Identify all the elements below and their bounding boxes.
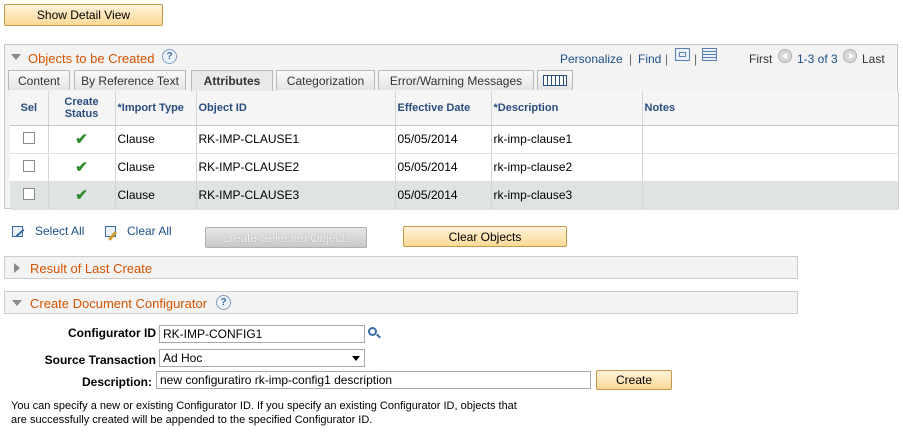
result-section-title: Result of Last Create — [30, 261, 153, 276]
select-all-icon[interactable] — [12, 226, 28, 240]
col-create-status: Create Status — [48, 91, 116, 126]
help-text-line-2: are successfully created will be appende… — [11, 414, 373, 426]
select-all-link[interactable]: Select All — [35, 224, 84, 238]
collapse-icon — [12, 300, 22, 306]
separator: | — [665, 52, 669, 66]
help-text-line-1: You can specify a new or existing Config… — [11, 400, 517, 412]
description-input[interactable]: new configuratiro rk-imp-config1 descrip… — [156, 371, 591, 389]
cell-import-type: Clause — [115, 125, 197, 154]
cell-notes — [642, 153, 899, 182]
row-select-checkbox[interactable] — [22, 131, 35, 144]
table-row: ✔ Clause RK-IMP-CLAUSE3 05/05/2014 rk-im… — [10, 181, 899, 210]
clear-objects-button[interactable]: Clear Objects — [403, 226, 567, 247]
last-label: Last — [862, 52, 885, 66]
configurator-section-header[interactable]: Create Document Configurator ? — [4, 291, 798, 314]
table-row: ✔ Clause RK-IMP-CLAUSE2 05/05/2014 rk-im… — [10, 153, 899, 182]
row-select-checkbox[interactable] — [22, 187, 35, 200]
show-all-columns-icon[interactable] — [537, 70, 573, 90]
cell-effective-date: 05/05/2014 — [395, 125, 492, 154]
configurator-id-label: Configurator ID — [68, 326, 156, 340]
tab-attributes[interactable]: Attributes — [191, 70, 273, 91]
objects-grid: Objects to be Created ? Personalize | Fi… — [4, 44, 899, 210]
download-icon[interactable] — [702, 48, 717, 61]
cell-object-id: RK-IMP-CLAUSE1 — [196, 125, 396, 154]
view-all-icon[interactable] — [675, 48, 690, 61]
tab-error-warning-messages[interactable]: Error/Warning Messages — [378, 70, 534, 90]
col-description: *Description — [491, 91, 643, 126]
cell-import-type: Clause — [115, 181, 197, 210]
cell-notes — [642, 125, 899, 154]
success-check-icon: ✔ — [75, 131, 88, 148]
collapse-grid-icon[interactable] — [11, 54, 21, 60]
source-transaction-select[interactable]: Ad Hoc — [159, 349, 365, 367]
cell-description: rk-imp-clause2 — [491, 153, 643, 182]
grid-title: Objects to be Created — [28, 51, 155, 66]
create-button[interactable]: Create — [596, 370, 672, 390]
cell-effective-date: 05/05/2014 — [395, 153, 492, 182]
source-transaction-label: Source Transaction — [44, 353, 156, 367]
cell-object-id: RK-IMP-CLAUSE2 — [196, 153, 396, 182]
tab-categorization[interactable]: Categorization — [276, 70, 375, 90]
cell-object-id: RK-IMP-CLAUSE3 — [196, 181, 396, 210]
col-object-id: Object ID — [196, 91, 396, 126]
col-import-type: *Import Type — [115, 91, 197, 126]
description-label: Description: — [81, 375, 152, 389]
help-icon[interactable]: ? — [162, 49, 177, 64]
success-check-icon: ✔ — [75, 187, 88, 204]
clear-all-icon[interactable] — [105, 226, 121, 241]
cell-effective-date: 05/05/2014 — [395, 181, 492, 210]
cell-notes — [642, 181, 899, 210]
next-icon[interactable] — [843, 49, 857, 63]
clear-all-link[interactable]: Clear All — [127, 224, 172, 238]
show-detail-view-button[interactable]: Show Detail View — [4, 4, 163, 26]
help-icon[interactable]: ? — [216, 295, 231, 310]
search-icon[interactable] — [368, 327, 382, 341]
find-link[interactable]: Find — [638, 52, 661, 66]
first-label: First — [749, 52, 773, 66]
personalize-link[interactable]: Personalize — [560, 52, 623, 66]
col-effective-date: Effective Date — [395, 91, 492, 126]
expand-icon — [14, 263, 20, 273]
result-section-header[interactable]: Result of Last Create — [4, 256, 798, 279]
tab-by-reference-text[interactable]: By Reference Text — [74, 70, 186, 90]
objects-table: Sel Create Status *Import Type Object ID… — [10, 91, 899, 210]
col-notes: Notes — [642, 91, 899, 126]
configurator-section-title: Create Document Configurator — [30, 296, 208, 311]
cell-import-type: Clause — [115, 153, 197, 182]
chevron-down-icon — [352, 356, 360, 361]
previous-icon[interactable] — [778, 49, 792, 63]
col-sel: Sel — [10, 91, 49, 126]
tab-content[interactable]: Content — [8, 70, 70, 90]
separator: | — [694, 52, 698, 66]
row-select-checkbox[interactable] — [22, 159, 35, 172]
configurator-id-input[interactable]: RK-IMP-CONFIG1 — [159, 325, 365, 343]
success-check-icon: ✔ — [75, 159, 88, 176]
table-row: ✔ Clause RK-IMP-CLAUSE1 05/05/2014 rk-im… — [10, 125, 899, 154]
create-selected-objects-button[interactable]: Create Selected Objects — [205, 227, 367, 248]
separator: | — [629, 52, 633, 66]
cell-description: rk-imp-clause3 — [491, 181, 643, 210]
source-transaction-value: Ad Hoc — [163, 351, 203, 365]
row-range: 1-3 of 3 — [797, 52, 838, 66]
cell-description: rk-imp-clause1 — [491, 125, 643, 154]
